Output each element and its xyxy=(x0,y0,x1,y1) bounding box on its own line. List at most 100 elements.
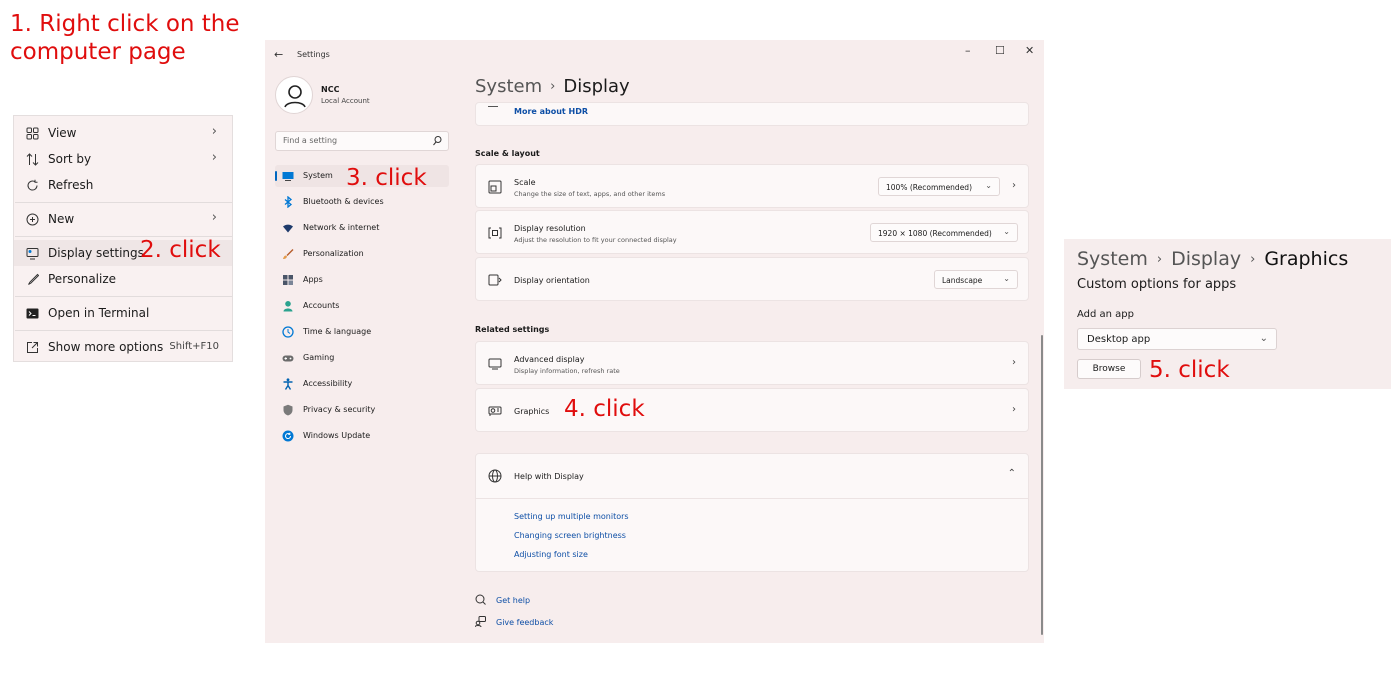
nav-item-network[interactable]: Network & internet xyxy=(275,217,449,239)
scale-card[interactable]: Scale Change the size of text, apps, and… xyxy=(475,164,1029,208)
settings-search-input[interactable]: Find a setting xyxy=(275,131,449,151)
resolution-description: Adjust the resolution to fit your connec… xyxy=(514,236,677,244)
sort-icon xyxy=(26,153,39,166)
app-type-select[interactable]: Desktop app ⌄ xyxy=(1077,328,1277,350)
menu-item-label: Refresh xyxy=(48,178,94,192)
graphics-card[interactable]: Graphics › xyxy=(475,388,1029,432)
user-account-type: Local Account xyxy=(321,97,370,105)
grid-icon xyxy=(26,127,39,140)
breadcrumb: System › Display xyxy=(475,76,630,97)
chevron-down-icon: ⌄ xyxy=(1259,333,1268,344)
share-icon xyxy=(27,342,38,353)
shield-icon xyxy=(283,404,293,416)
annotation-step4: 4. click xyxy=(564,396,645,422)
chevron-right-icon: › xyxy=(1012,357,1016,368)
menu-item-refresh[interactable]: Refresh xyxy=(14,172,232,198)
minimize-icon[interactable]: – xyxy=(965,44,971,57)
monitor-icon xyxy=(282,172,294,181)
bluetooth-icon xyxy=(284,196,293,208)
chevron-right-icon: › xyxy=(1250,252,1256,267)
refresh-icon xyxy=(27,179,38,191)
section-title: Related settings xyxy=(475,325,550,334)
chevron-down-icon: ⌄ xyxy=(985,181,992,190)
dropdown-value: Landscape xyxy=(942,276,983,285)
help-link[interactable]: Adjusting font size xyxy=(514,550,588,559)
globe-icon xyxy=(488,469,502,483)
maximize-icon[interactable]: ☐ xyxy=(995,44,1005,57)
display-settings-icon xyxy=(26,248,39,260)
chevron-down-icon: ⌄ xyxy=(1003,274,1010,283)
avatar[interactable] xyxy=(275,76,313,114)
advanced-display-card[interactable]: Advanced display Display information, re… xyxy=(475,341,1029,385)
resolution-card: Display resolution Adjust the resolution… xyxy=(475,210,1029,254)
nav-label: Accessibility xyxy=(303,379,353,388)
search-placeholder: Find a setting xyxy=(283,136,338,145)
menu-item-open-terminal[interactable]: Open in Terminal xyxy=(14,300,232,326)
step1-instruction: 1. Right click on the computer page xyxy=(10,10,240,66)
get-help-link[interactable]: Get help xyxy=(496,596,530,605)
dropdown-value: 100% (Recommended) xyxy=(886,183,972,192)
globe-clock-icon xyxy=(282,326,294,338)
window-title: Settings xyxy=(297,50,330,59)
section-title: Scale & layout xyxy=(475,149,540,158)
breadcrumb-display[interactable]: Display xyxy=(1171,248,1241,270)
select-value: Desktop app xyxy=(1087,334,1151,345)
close-icon[interactable]: ✕ xyxy=(1025,44,1034,57)
resolution-title: Display resolution xyxy=(514,224,586,233)
nav-item-accounts[interactable]: Accounts xyxy=(275,295,449,317)
breadcrumb-system[interactable]: System xyxy=(1077,248,1148,270)
menu-item-new[interactable]: New › xyxy=(14,206,232,232)
orientation-title: Display orientation xyxy=(514,276,590,285)
menu-item-view[interactable]: View › xyxy=(14,120,232,146)
nav-item-gaming[interactable]: Gaming xyxy=(275,347,449,369)
menu-item-label: View xyxy=(48,126,77,140)
menu-item-label: New xyxy=(48,212,75,226)
scale-dropdown[interactable]: 100% (Recommended) ⌄ xyxy=(878,177,1000,196)
scale-description: Change the size of text, apps, and other… xyxy=(514,190,666,198)
more-about-hdr-link[interactable]: More about HDR xyxy=(514,107,588,116)
nav-label: Personalization xyxy=(303,249,364,258)
page-title: Graphics xyxy=(1264,248,1349,270)
give-feedback-link[interactable]: Give feedback xyxy=(496,618,553,627)
page-title: Display xyxy=(563,76,630,97)
menu-item-personalize[interactable]: Personalize xyxy=(14,266,232,292)
orientation-card: Display orientation Landscape ⌄ xyxy=(475,257,1029,301)
scale-icon xyxy=(488,180,502,194)
chevron-right-icon: › xyxy=(550,79,556,94)
advanced-display-description: Display information, refresh rate xyxy=(514,367,620,375)
scrollbar[interactable] xyxy=(1041,335,1043,635)
annotation-step5: 5. click xyxy=(1149,357,1230,383)
nav-item-time-language[interactable]: Time & language xyxy=(275,321,449,343)
resolution-dropdown[interactable]: 1920 × 1080 (Recommended) ⌄ xyxy=(870,223,1018,242)
terminal-icon xyxy=(26,308,39,319)
annotation-step2: 2. click xyxy=(140,237,221,263)
browse-button[interactable]: Browse xyxy=(1077,359,1141,379)
nav-item-privacy-security[interactable]: Privacy & security xyxy=(275,399,449,421)
resolution-icon xyxy=(488,227,502,239)
nav-item-personalization[interactable]: Personalization xyxy=(275,243,449,265)
nav-label: Bluetooth & devices xyxy=(303,197,384,206)
breadcrumb-parent[interactable]: System xyxy=(475,76,542,97)
nav-label: Time & language xyxy=(303,327,372,336)
menu-item-show-more-options[interactable]: Show more options Shift+F10 xyxy=(14,334,232,360)
orientation-dropdown[interactable]: Landscape ⌄ xyxy=(934,270,1018,289)
plus-circle-icon xyxy=(26,213,39,226)
chevron-right-icon: › xyxy=(211,210,217,225)
nav-item-windows-update[interactable]: Windows Update xyxy=(275,425,449,447)
apps-icon xyxy=(283,275,293,285)
selection-indicator xyxy=(275,171,277,181)
menu-item-sort-by[interactable]: Sort by › xyxy=(14,146,232,172)
breadcrumb: System › Display › Graphics xyxy=(1077,248,1348,270)
help-link[interactable]: Setting up multiple monitors xyxy=(514,512,629,521)
person-icon xyxy=(283,301,293,312)
back-arrow-icon[interactable]: ← xyxy=(274,48,283,61)
help-link[interactable]: Changing screen brightness xyxy=(514,531,626,540)
monitor-icon xyxy=(488,358,502,370)
chevron-right-icon: › xyxy=(1156,252,1163,267)
nav-item-apps[interactable]: Apps xyxy=(275,269,449,291)
brush-icon xyxy=(283,249,294,259)
nav-item-bluetooth[interactable]: Bluetooth & devices xyxy=(275,191,449,213)
nav-item-accessibility[interactable]: Accessibility xyxy=(275,373,449,395)
chevron-up-icon[interactable]: ⌃ xyxy=(1008,468,1016,479)
chevron-down-icon: ⌄ xyxy=(1003,227,1010,236)
